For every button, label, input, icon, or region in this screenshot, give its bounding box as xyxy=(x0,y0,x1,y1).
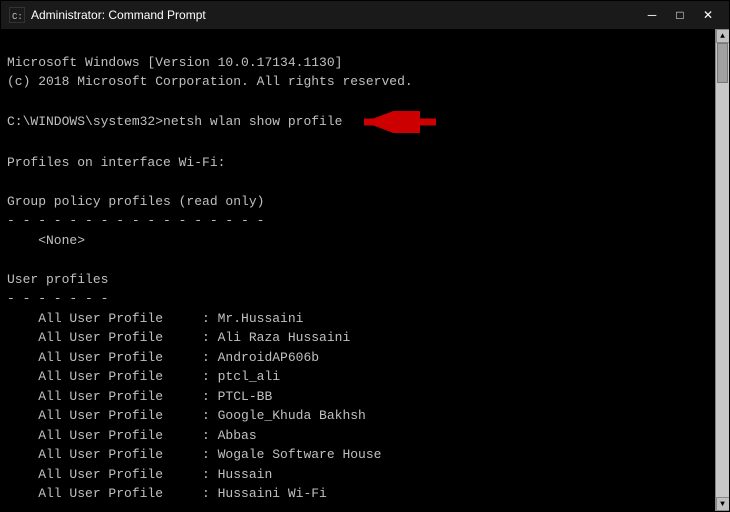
line-none: <None> xyxy=(7,233,85,248)
close-button[interactable]: ✕ xyxy=(695,5,721,25)
line-separator2: - - - - - - - xyxy=(7,291,108,306)
scroll-track[interactable] xyxy=(716,43,729,497)
line-version: Microsoft Windows [Version 10.0.17134.11… xyxy=(7,55,342,70)
line-group-policy: Group policy profiles (read only) xyxy=(7,194,264,209)
window: C: Administrator: Command Prompt ─ □ ✕ M… xyxy=(0,0,730,512)
scroll-down-button[interactable]: ▼ xyxy=(716,497,730,511)
minimize-button[interactable]: ─ xyxy=(639,5,665,25)
scroll-up-button[interactable]: ▲ xyxy=(716,29,730,43)
line-user-profiles: User profiles xyxy=(7,272,108,287)
scroll-thumb[interactable] xyxy=(717,43,728,83)
profile-10: All User Profile : Hussaini Wi-Fi xyxy=(7,486,327,501)
profile-5: All User Profile : PTCL-BB xyxy=(7,389,272,404)
line-profiles-header: Profiles on interface Wi-Fi: xyxy=(7,155,225,170)
cmd-icon: C: xyxy=(9,7,25,23)
profile-2: All User Profile : Ali Raza Hussaini xyxy=(7,330,350,345)
terminal-output[interactable]: Microsoft Windows [Version 10.0.17134.11… xyxy=(1,29,715,511)
title-bar: C: Administrator: Command Prompt ─ □ ✕ xyxy=(1,1,729,29)
profile-3: All User Profile : AndroidAP606b xyxy=(7,350,319,365)
line-prompt: C:\WINDOWS\system32>netsh wlan show prof… xyxy=(7,114,444,129)
scrollbar[interactable]: ▲ ▼ xyxy=(715,29,729,511)
window-title: Administrator: Command Prompt xyxy=(31,8,206,22)
title-bar-left: C: Administrator: Command Prompt xyxy=(9,7,206,23)
line-copyright: (c) 2018 Microsoft Corporation. All righ… xyxy=(7,74,413,89)
svg-text:C:: C: xyxy=(12,12,23,22)
line-separator1: - - - - - - - - - - - - - - - - - xyxy=(7,213,264,228)
profile-4: All User Profile : ptcl_ali xyxy=(7,369,280,384)
profile-9: All User Profile : Hussain xyxy=(7,467,272,482)
profile-6: All User Profile : Google_Khuda Bakhsh xyxy=(7,408,366,423)
profile-7: All User Profile : Abbas xyxy=(7,428,257,443)
profile-8: All User Profile : Wogale Software House xyxy=(7,447,381,462)
profile-1: All User Profile : Mr.Hussaini xyxy=(7,311,303,326)
title-bar-buttons: ─ □ ✕ xyxy=(639,5,721,25)
content-area: Microsoft Windows [Version 10.0.17134.11… xyxy=(1,29,729,511)
maximize-button[interactable]: □ xyxy=(667,5,693,25)
